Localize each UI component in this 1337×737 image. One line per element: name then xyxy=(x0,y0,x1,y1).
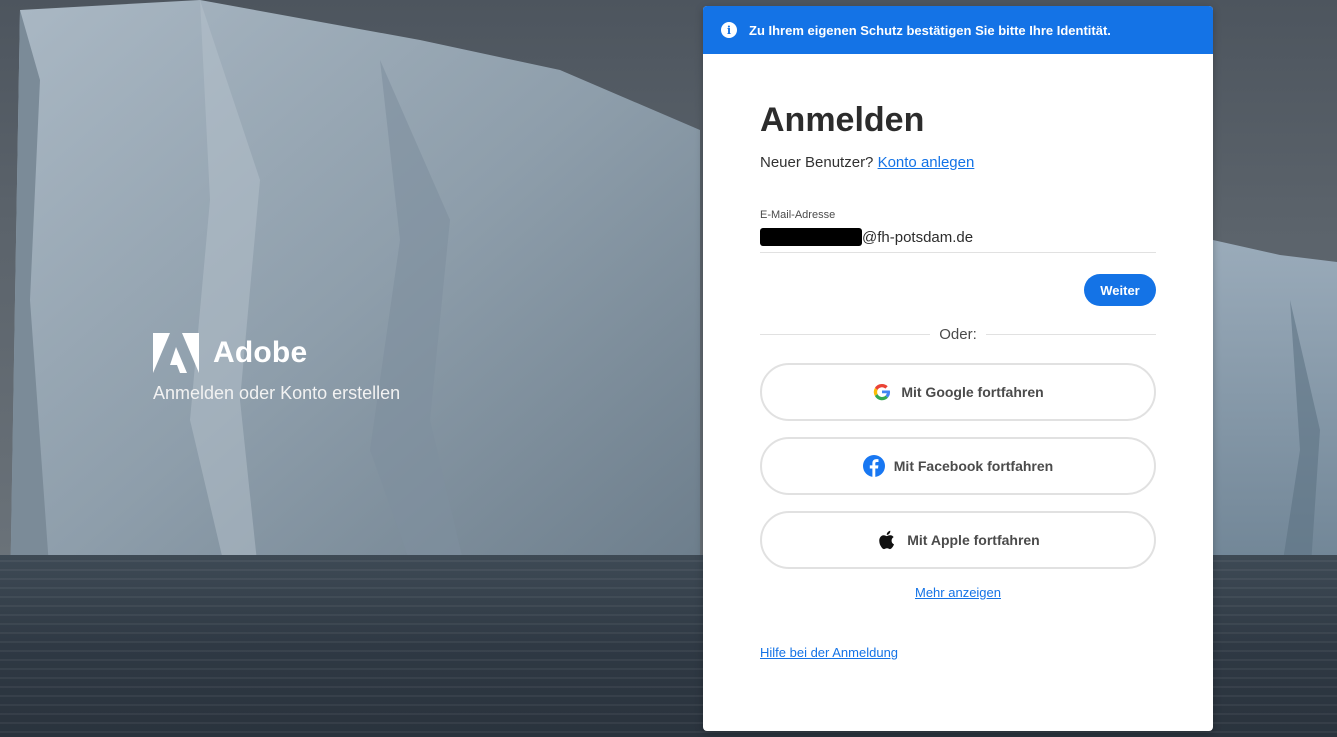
email-field[interactable] xyxy=(862,229,1152,246)
identity-banner: i Zu Ihrem eigenen Schutz bestätigen Sie… xyxy=(703,6,1213,54)
apple-login-label: Mit Apple fortfahren xyxy=(907,532,1040,548)
email-field-container xyxy=(760,225,1156,253)
facebook-login-label: Mit Facebook fortfahren xyxy=(893,458,1054,474)
adobe-logo-icon xyxy=(153,333,199,373)
apple-icon xyxy=(879,530,895,550)
google-login-label: Mit Google fortfahren xyxy=(901,384,1044,400)
signin-card: i Zu Ihrem eigenen Schutz bestätigen Sie… xyxy=(703,6,1213,731)
facebook-login-button[interactable]: Mit Facebook fortfahren xyxy=(760,437,1156,495)
new-user-row: Neuer Benutzer? Konto anlegen xyxy=(760,154,1156,171)
or-divider: Oder: xyxy=(760,326,1157,343)
or-label: Oder: xyxy=(939,326,977,343)
help-link[interactable]: Hilfe bei der Anmeldung xyxy=(760,645,898,660)
banner-text: Zu Ihrem eigenen Schutz bestätigen Sie b… xyxy=(749,22,1111,38)
brand-name: Adobe xyxy=(213,336,308,369)
continue-button[interactable]: Weiter xyxy=(1084,274,1156,306)
social-login-list: Mit Google fortfahren Mit Facebook fortf… xyxy=(760,363,1156,569)
email-label: E-Mail-Adresse xyxy=(760,209,836,221)
new-user-prompt: Neuer Benutzer? xyxy=(760,154,874,171)
info-icon: i xyxy=(721,22,737,38)
google-icon xyxy=(874,383,891,401)
brand-subtitle: Anmelden oder Konto erstellen xyxy=(153,383,401,403)
redacted-block xyxy=(760,228,862,246)
apple-login-button[interactable]: Mit Apple fortfahren xyxy=(760,511,1156,569)
facebook-icon xyxy=(862,455,885,477)
brand-panel: Adobe Anmelden oder Konto erstellen xyxy=(153,333,400,404)
page-title: Anmelden xyxy=(760,101,925,139)
create-account-link[interactable]: Konto anlegen xyxy=(878,154,975,171)
show-more-link[interactable]: Mehr anzeigen xyxy=(915,585,1001,600)
google-login-button[interactable]: Mit Google fortfahren xyxy=(760,363,1156,421)
